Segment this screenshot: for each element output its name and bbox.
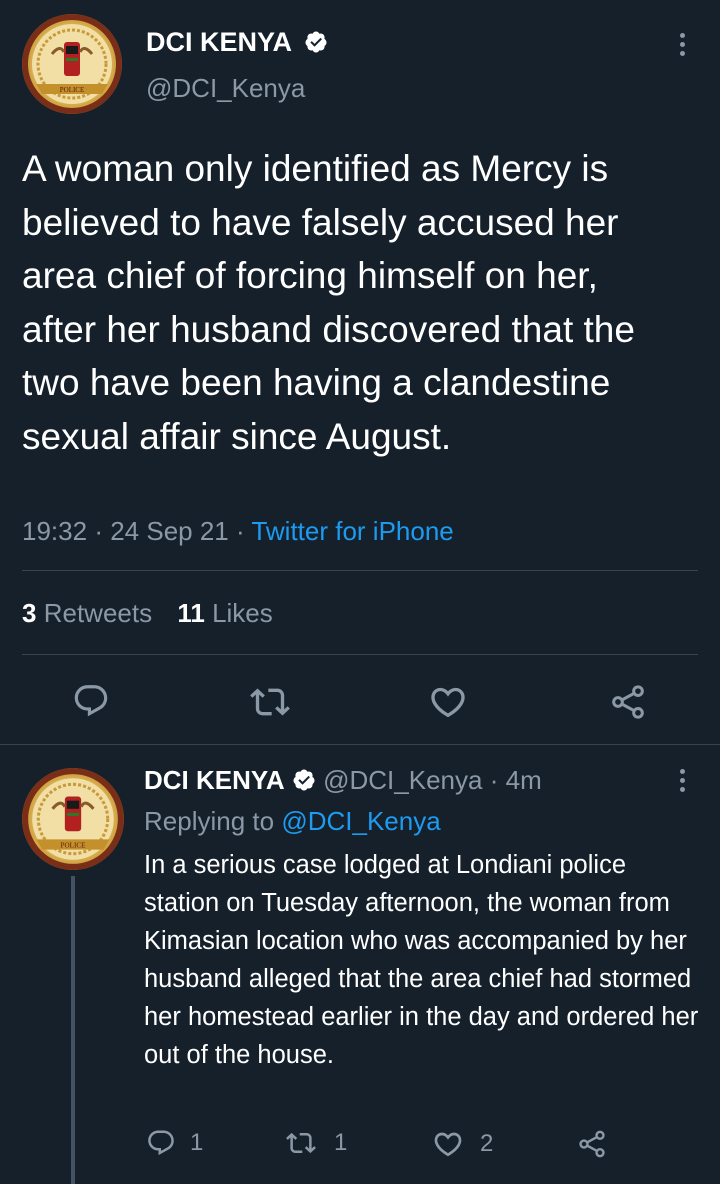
- author-handle[interactable]: @DCI_Kenya: [146, 72, 305, 104]
- police-emblem-icon: POLICE: [22, 768, 124, 870]
- verified-badge-icon: [305, 31, 327, 53]
- retweet-button[interactable]: [250, 682, 290, 722]
- more-options-icon[interactable]: [670, 760, 694, 800]
- share-icon: [612, 685, 644, 719]
- reply-count: 1: [190, 1129, 204, 1156]
- reply-icon: [74, 685, 108, 717]
- verified-badge-icon: [293, 769, 315, 791]
- reply-button[interactable]: 1: [146, 1128, 203, 1158]
- like-button[interactable]: [428, 682, 468, 722]
- retweet-count: 1: [334, 1129, 348, 1156]
- heart-icon: [434, 1132, 462, 1157]
- divider: [22, 654, 698, 655]
- share-button[interactable]: [576, 1128, 608, 1160]
- thread-line: [71, 876, 75, 1184]
- tweet-text: A woman only identified as Mercy is beli…: [22, 148, 635, 457]
- reply-author-avatar[interactable]: POLICE: [22, 768, 124, 870]
- retweet-button[interactable]: 1: [286, 1128, 347, 1158]
- divider: [22, 570, 698, 571]
- reply-text: In a serious case lodged at Londiani pol…: [144, 851, 699, 1069]
- retweets-count: 3: [22, 598, 37, 628]
- avatar-text: POLICE: [61, 842, 86, 850]
- tweet-date[interactable]: 24 Sep 21: [110, 516, 229, 546]
- replying-to-line: Replying to @DCI_Kenya: [144, 802, 441, 840]
- likes-count: 11: [177, 598, 205, 628]
- reply-author-handle[interactable]: @DCI_Kenya: [323, 765, 482, 795]
- tweet-time[interactable]: 19:32: [22, 516, 87, 546]
- like-count: 2: [480, 1130, 494, 1157]
- likes-stat[interactable]: 11 Likes: [177, 598, 272, 628]
- reply-icon: [148, 1130, 174, 1156]
- engagement-stats: 3 Retweets 11 Likes: [22, 595, 273, 631]
- reply-header: DCI KENYA @DCI_Kenya · 4m: [144, 762, 542, 798]
- police-emblem-icon: POLICE: [22, 14, 122, 114]
- heart-icon: [431, 687, 465, 718]
- replying-to-handle[interactable]: @DCI_Kenya: [281, 806, 440, 836]
- share-button[interactable]: [608, 682, 648, 722]
- meta-separator: ·: [489, 765, 499, 795]
- share-icon: [579, 1130, 605, 1158]
- author-name[interactable]: DCI KENYA: [146, 27, 292, 57]
- reply-author-name[interactable]: DCI KENYA: [144, 765, 285, 795]
- author-name-row: DCI KENYA: [146, 24, 328, 60]
- avatar-text: POLICE: [60, 86, 85, 94]
- retweet-icon: [286, 1132, 316, 1154]
- tweet-source[interactable]: Twitter for iPhone: [251, 516, 453, 546]
- retweets-label: Retweets: [43, 598, 153, 628]
- meta-separator: ·: [236, 516, 245, 546]
- replying-to-label: Replying to: [144, 806, 275, 836]
- more-options-icon[interactable]: [670, 24, 694, 64]
- reply-timestamp[interactable]: 4m: [506, 765, 542, 795]
- retweet-icon: [250, 688, 290, 716]
- likes-label: Likes: [212, 598, 273, 628]
- reply-button[interactable]: [72, 682, 110, 720]
- like-button[interactable]: 2: [432, 1128, 493, 1160]
- author-avatar[interactable]: POLICE: [22, 14, 122, 114]
- retweets-stat[interactable]: 3 Retweets: [22, 598, 159, 628]
- meta-separator: ·: [94, 516, 103, 546]
- tweet-meta: 19:32 · 24 Sep 21 · Twitter for iPhone: [22, 512, 454, 550]
- section-divider: [0, 744, 720, 745]
